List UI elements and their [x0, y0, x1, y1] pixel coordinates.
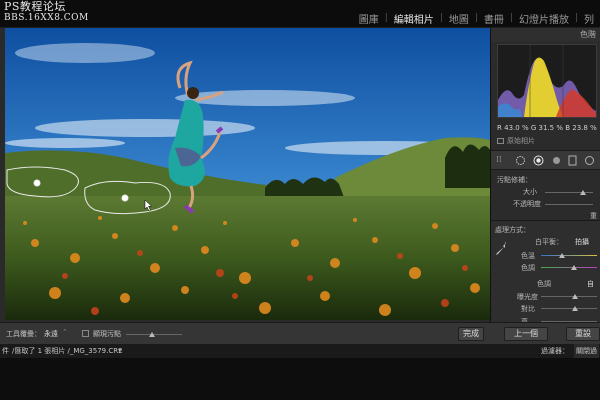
unit: %	[521, 124, 529, 132]
watermark: PS教程论坛 BBS.16XX8.COM	[4, 0, 89, 23]
dropdown-icon[interactable]: ⌃	[62, 328, 68, 336]
tone-label: 色調	[537, 280, 551, 288]
tint-slider-thumb[interactable]	[571, 265, 577, 270]
contrast-slider-thumb[interactable]	[572, 306, 578, 311]
size-label: 大小	[523, 188, 537, 196]
wb-value[interactable]: 拍攝	[575, 237, 589, 247]
tool-options-bar: 工具覆疊： 永遠 ⌃ 顯現污點 完成	[0, 322, 490, 344]
red-eye-icon[interactable]	[551, 155, 562, 166]
grid-icon[interactable]: ⁞⁞	[496, 155, 507, 166]
module-print[interactable]: 列	[578, 11, 600, 26]
watermark-title: PS教程论坛	[4, 0, 66, 13]
module-develop[interactable]: 編輯相片	[388, 11, 440, 26]
graduated-filter-icon[interactable]	[567, 155, 578, 166]
histogram	[497, 44, 597, 118]
tint-label: 色調	[521, 264, 535, 272]
path-dropdown-icon[interactable]: ▾	[118, 344, 121, 358]
spots-slider-thumb[interactable]	[149, 332, 155, 337]
opacity-label: 不透明度	[513, 200, 541, 208]
temp-slider-thumb[interactable]	[559, 253, 565, 258]
crop-icon[interactable]	[515, 155, 526, 166]
b-value: 23.8	[572, 124, 588, 132]
exposure-label: 曝光度	[517, 293, 538, 301]
opacity-slider-track[interactable]	[545, 204, 593, 205]
adjustment-brush-icon[interactable]	[584, 155, 595, 166]
module-bar: PS教程论坛 BBS.16XX8.COM 圖庫 | 編輯相片 | 地圖 | 書冊…	[0, 0, 600, 28]
original-photo-checkbox[interactable]	[497, 138, 504, 144]
size-slider-thumb[interactable]	[580, 190, 586, 195]
spot-removal-panel: 污點修補： 大小 不透明度 重	[497, 174, 600, 222]
r-value: 43.0	[504, 124, 520, 132]
tool-overlay-label: 工具覆疊：	[6, 330, 41, 338]
source-path[interactable]: /匯取了 1 張相片 /_MG_3579.CR2	[12, 344, 123, 358]
eyedropper-icon[interactable]	[495, 241, 507, 259]
show-spots-label: 顯現污點	[93, 330, 121, 338]
unit: %	[590, 124, 597, 132]
r-label: R	[497, 124, 502, 132]
reset-button[interactable]: 重設	[566, 327, 600, 341]
original-photo-toggle[interactable]: 原始相片	[497, 136, 535, 146]
previous-button[interactable]: 上一個	[504, 327, 548, 341]
panel-buttons: 上一個 重設	[490, 322, 600, 344]
spot-removal-icon[interactable]	[533, 155, 544, 166]
spot-removal-row: 污點修補：	[497, 174, 600, 186]
wb-label: 白平衡：	[535, 238, 563, 246]
right-panel: 色階 R 43.0 % G 31.5 % B 23.8 % 原始相片 ⁞⁞ 污點…	[490, 28, 600, 344]
unit: %	[556, 124, 563, 132]
filter-select[interactable]: 關閉過	[574, 344, 599, 358]
show-spots-checkbox[interactable]	[82, 330, 89, 337]
opacity-row: 不透明度	[497, 198, 600, 210]
spot-removal-title: 污點修補：	[497, 176, 532, 184]
module-slideshow[interactable]: 幻燈片播放	[513, 11, 575, 26]
module-book[interactable]: 書冊	[478, 11, 510, 26]
status-prefix: 件	[2, 347, 9, 355]
g-label: G	[530, 124, 537, 132]
size-row: 大小	[497, 186, 600, 198]
rgb-readout: R 43.0 % G 31.5 % B 23.8 %	[497, 124, 597, 132]
module-picker: 圖庫 | 編輯相片 | 地圖 | 書冊 | 幻燈片播放 | 列	[353, 11, 600, 26]
tone-auto[interactable]: 自	[587, 279, 594, 289]
original-photo-label: 原始相片	[507, 137, 535, 145]
temp-slider-track[interactable]	[541, 255, 597, 256]
done-button[interactable]: 完成	[458, 327, 484, 341]
tool-overlay-select[interactable]: 永遠	[44, 329, 58, 339]
module-map[interactable]: 地圖	[443, 11, 475, 26]
temp-label: 色溫	[521, 252, 535, 260]
treatment-label: 處理方式：	[495, 226, 530, 234]
filmstrip	[0, 358, 600, 400]
watermark-url: BBS.16XX8.COM	[4, 13, 89, 23]
photo-image[interactable]	[5, 28, 490, 320]
contrast-label: 對比	[521, 305, 535, 313]
histogram-header[interactable]: 色階	[491, 28, 600, 42]
filter-label: 過濾器：	[541, 347, 569, 355]
exposure-slider-track[interactable]	[541, 296, 597, 297]
b-label: B	[565, 124, 571, 132]
tint-slider-track[interactable]	[541, 267, 597, 268]
exposure-slider-thumb[interactable]	[572, 294, 578, 299]
contrast-slider-track[interactable]	[541, 308, 597, 309]
photo-canvas[interactable]	[0, 28, 490, 322]
g-value: 31.5	[538, 124, 555, 132]
module-library[interactable]: 圖庫	[353, 11, 385, 26]
filmstrip-status-bar: 件 /匯取了 1 張相片 /_MG_3579.CR2 ▾ 過濾器： 關閉過	[0, 344, 600, 358]
develop-tool-strip: ⁞⁞	[491, 150, 600, 170]
